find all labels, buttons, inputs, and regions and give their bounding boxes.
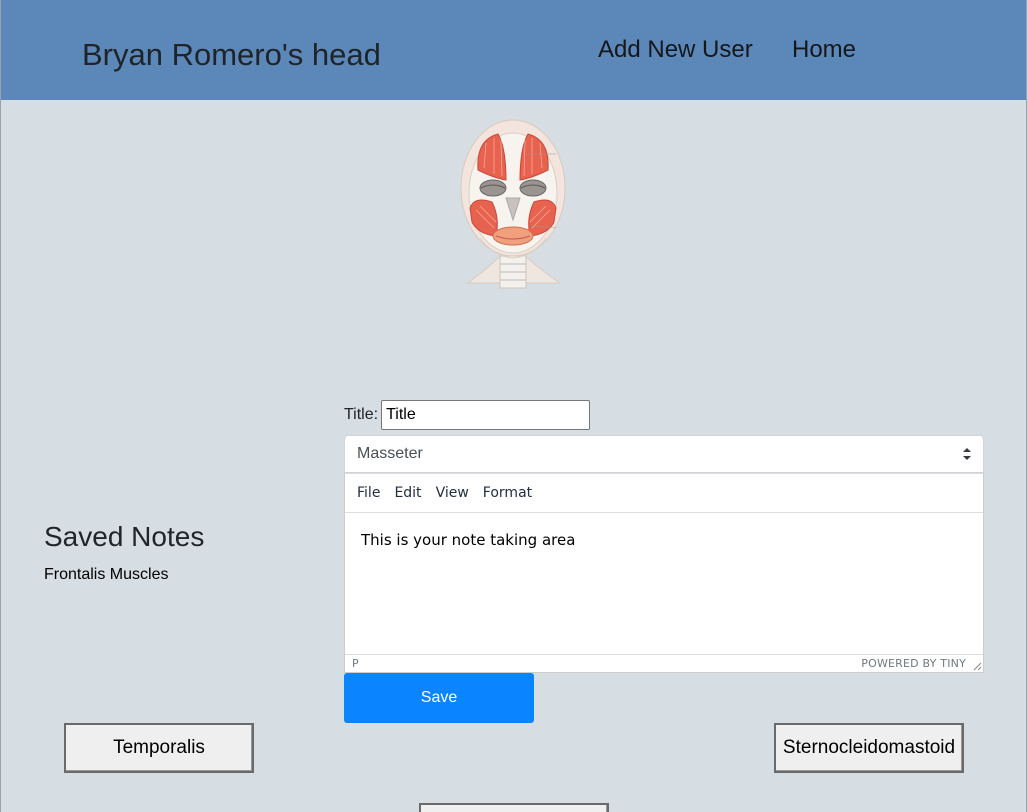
nav-home[interactable]: Home [792, 36, 856, 64]
bottom-muscle-button[interactable] [419, 803, 609, 812]
menu-file[interactable]: File [350, 481, 387, 505]
saved-note-item[interactable]: Frontalis Muscles [44, 566, 168, 584]
muscle-select-value: Masseter [357, 445, 423, 462]
element-path[interactable]: P [352, 657, 359, 670]
menu-view[interactable]: View [429, 481, 476, 505]
title-label: Title: [344, 406, 379, 423]
saved-notes-heading: Saved Notes [44, 521, 205, 552]
title-row: Title: [344, 400, 591, 430]
sternocleidomastoid-button[interactable]: Sternocleidomastoid [774, 723, 964, 773]
title-input[interactable] [381, 400, 591, 430]
select-arrows-icon [963, 448, 971, 460]
temporalis-button[interactable]: Temporalis [64, 723, 254, 773]
note-edit-area[interactable]: This is your note taking area [345, 514, 983, 655]
site-header: Bryan Romero's head Add New User Home [0, 0, 1027, 100]
menu-format[interactable]: Format [476, 481, 539, 505]
anatomical-head-icon [460, 119, 566, 289]
save-button[interactable]: Save [344, 673, 534, 723]
powered-by-tiny-link[interactable]: POWERED BY TINY [861, 657, 966, 670]
menu-edit[interactable]: Edit [387, 481, 428, 505]
nav-add-new-user[interactable]: Add New User [598, 36, 753, 64]
rich-text-editor: File Edit View Format This is your note … [344, 473, 984, 673]
resize-handle-icon[interactable] [972, 661, 982, 671]
muscle-select[interactable]: Masseter [344, 435, 984, 473]
note-content: This is your note taking area [361, 531, 576, 549]
editor-statusbar: P POWERED BY TINY [345, 654, 983, 672]
page-title: Bryan Romero's head [82, 37, 381, 72]
editor-menubar: File Edit View Format [345, 474, 983, 513]
